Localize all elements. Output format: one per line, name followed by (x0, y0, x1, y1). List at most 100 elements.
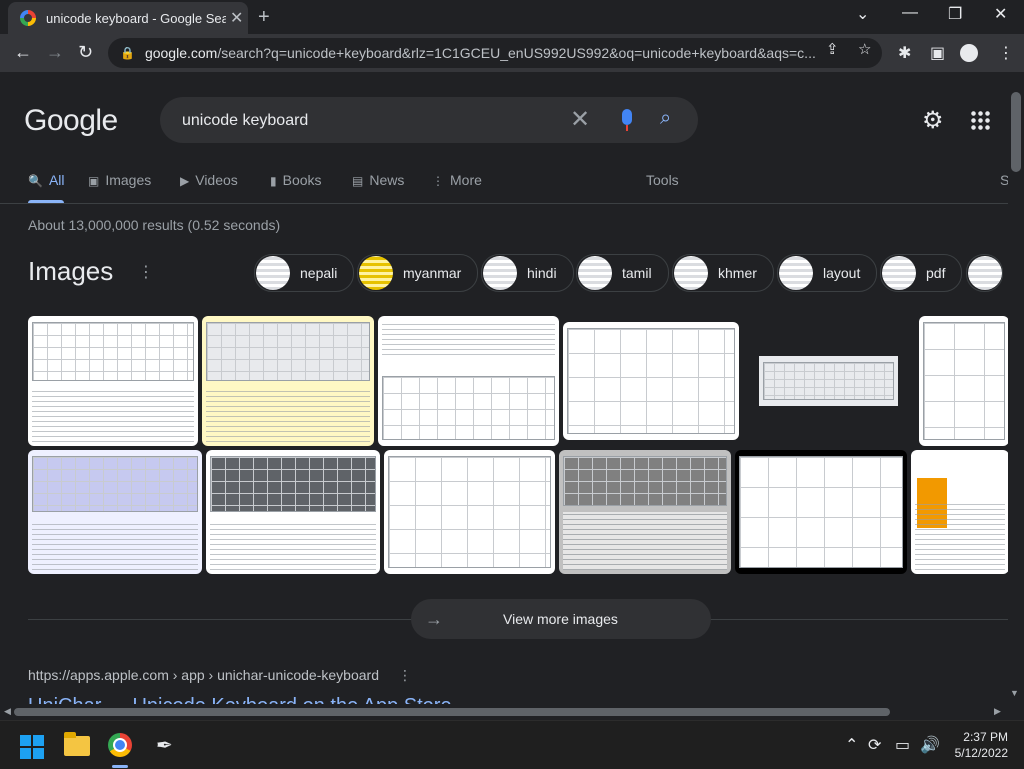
text-thumbnail (382, 322, 555, 355)
chrome-icon[interactable] (108, 733, 132, 757)
apps-grid-icon[interactable] (970, 110, 990, 130)
text-thumbnail (32, 391, 194, 442)
scroll-right-arrow-icon[interactable]: ▶ (994, 706, 1001, 717)
result-breadcrumb[interactable]: https://apps.apple.com › app › unichar-u… (28, 667, 379, 683)
vertical-scrollbar[interactable] (1008, 72, 1024, 704)
image-result[interactable] (378, 316, 559, 446)
chip-pdf[interactable]: pdf (880, 254, 963, 292)
sync-icon[interactable]: ⟳ (868, 735, 881, 755)
file-explorer-icon[interactable] (64, 732, 90, 756)
tools-button[interactable]: Tools (646, 172, 679, 188)
scrollbar-thumb[interactable] (14, 708, 890, 716)
tab-more[interactable]: ⋮ More (432, 172, 482, 188)
minimize-button[interactable]: — (902, 4, 918, 22)
chip-khmer[interactable]: khmer (672, 254, 774, 292)
tab-news[interactable]: ▤ News (352, 172, 404, 188)
chip-label: tamil (622, 265, 652, 281)
search-input[interactable] (180, 109, 574, 133)
news-icon: ▤ (352, 174, 364, 188)
image-result[interactable] (28, 450, 202, 574)
tab-videos[interactable]: ▶ Videos (180, 172, 238, 188)
image-result[interactable] (28, 316, 198, 446)
result-menu-icon[interactable]: ⋮ (398, 667, 412, 684)
url-text[interactable]: google.com/search?q=unicode+keyboard&rlz… (145, 45, 825, 61)
pen-tool-icon[interactable]: ✒ (156, 733, 173, 758)
clear-search-button[interactable]: ✕ (570, 105, 590, 134)
sidepanel-icon[interactable]: ▣ (930, 43, 945, 63)
address-bar[interactable]: 🔒 google.com/search?q=unicode+keyboard&r… (108, 38, 882, 68)
tab-search-button[interactable]: ⌄ (856, 4, 869, 24)
image-icon: ▣ (88, 174, 100, 188)
scroll-down-arrow-icon[interactable]: ▼ (1010, 688, 1019, 698)
tab-close-button[interactable]: ✕ (230, 8, 243, 28)
chip-more[interactable] (966, 254, 1003, 292)
text-thumbnail (206, 391, 370, 442)
forward-button[interactable]: → (46, 42, 64, 63)
keyboard-thumbnail (739, 456, 903, 568)
view-more-images-button[interactable]: → View more images (411, 599, 711, 639)
close-window-button[interactable]: ✕ (994, 4, 1007, 24)
restore-button[interactable]: ❐ (948, 4, 962, 24)
tab-title: unicode keyboard - Google Search (46, 10, 226, 26)
keyboard-thumbnail (210, 456, 376, 512)
chip-thumbnail (674, 256, 708, 290)
arrow-right-icon: → (425, 608, 443, 629)
text-thumbnail (563, 512, 727, 570)
keyboard-thumbnail (388, 456, 551, 568)
image-result[interactable] (559, 450, 731, 574)
profile-icon[interactable] (960, 44, 978, 62)
back-button[interactable]: ← (14, 42, 32, 63)
view-more-label: View more images (503, 611, 618, 627)
image-result[interactable] (735, 450, 907, 574)
gear-icon[interactable]: ⚙ (922, 106, 944, 135)
url-host: google.com (144, 45, 218, 61)
scroll-left-arrow-icon[interactable]: ◀ (4, 706, 11, 717)
google-favicon-icon (20, 10, 36, 26)
chip-label: nepali (300, 265, 338, 281)
chip-hindi[interactable]: hindi (481, 254, 574, 292)
chip-label: layout (823, 265, 861, 281)
search-icon[interactable]: ⌕ (660, 107, 671, 130)
system-clock[interactable]: 2:37 PM 5/12/2022 (948, 729, 1008, 761)
menu-icon[interactable]: ⋮ (998, 43, 1014, 63)
google-logo[interactable]: Google (24, 104, 118, 138)
chip-thumbnail (483, 256, 517, 290)
image-result[interactable] (202, 316, 374, 446)
star-icon[interactable]: ☆ (858, 40, 871, 58)
chevron-up-icon[interactable]: ⌃ (845, 735, 858, 755)
tab-books[interactable]: ▮ Books (270, 172, 322, 188)
tab-google-search[interactable]: unicode keyboard - Google Search ✕ (8, 2, 248, 34)
chip-myanmar[interactable]: myanmar (357, 254, 479, 292)
windows-start-icon[interactable] (20, 735, 44, 759)
search-box[interactable]: ✕ ⌕ (160, 97, 698, 143)
result-stats: About 13,000,000 results (0.52 seconds) (28, 217, 281, 233)
new-tab-button[interactable]: + (258, 6, 270, 29)
divider (0, 203, 1008, 204)
image-result[interactable] (919, 316, 1008, 446)
chip-thumbnail (882, 256, 916, 290)
scrollbar-thumb[interactable] (1011, 92, 1021, 172)
image-result[interactable] (384, 450, 555, 574)
chip-layout[interactable]: layout (777, 254, 878, 292)
extensions-icon[interactable]: ✱ (898, 43, 911, 63)
image-result[interactable] (206, 450, 380, 574)
lock-icon[interactable]: 🔒 (120, 46, 135, 60)
reload-button[interactable]: ↻ (78, 42, 93, 63)
chip-tamil[interactable]: tamil (576, 254, 669, 292)
keyboard-thumbnail (763, 362, 894, 400)
volume-icon[interactable]: 🔊 (920, 735, 940, 755)
image-result[interactable] (759, 356, 898, 406)
horizontal-scrollbar[interactable]: ◀ ▶ (0, 704, 1008, 720)
tab-images[interactable]: ▣ Images (88, 172, 151, 188)
tab-label: News (369, 172, 405, 188)
taskbar: ✒ ⌃ ⟳ ▭ 🔊 2:37 PM 5/12/2022 (0, 720, 1024, 769)
text-thumbnail (915, 499, 1005, 570)
images-menu-icon[interactable]: ⋮ (138, 262, 154, 282)
image-result[interactable] (911, 450, 1008, 574)
tab-all[interactable]: 🔍 All (28, 172, 65, 188)
display-icon[interactable]: ▭ (895, 735, 910, 755)
chip-nepali[interactable]: nepali (254, 254, 355, 292)
image-result[interactable] (563, 322, 739, 440)
share-icon[interactable]: ⇪ (826, 40, 839, 58)
microphone-icon[interactable] (622, 109, 632, 131)
